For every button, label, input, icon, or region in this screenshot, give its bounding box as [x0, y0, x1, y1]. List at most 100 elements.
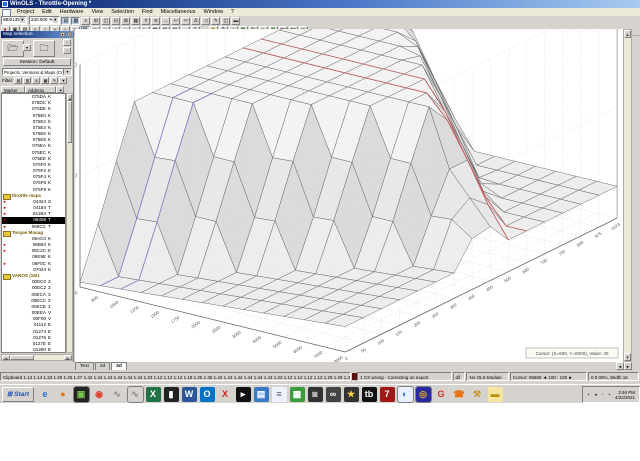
map-mode-button[interactable]: ▦: [131, 16, 141, 25]
tray-icon-1[interactable]: ▪: [585, 392, 592, 398]
audio-swoosh2-icon[interactable]: ∿: [126, 386, 144, 403]
menu-item-find[interactable]: Find: [138, 8, 157, 16]
movie-icon[interactable]: ★: [343, 387, 359, 402]
chevron-down-icon[interactable]: ▾: [52, 17, 58, 23]
value-format-combo[interactable]: 8Bit/135▾: [1, 16, 27, 25]
import-project-button[interactable]: 🗀: [33, 40, 55, 57]
sort-icon[interactable]: ▲: [56, 86, 64, 93]
panel-option2-button[interactable]: ▫: [63, 47, 71, 54]
menu-item-edit[interactable]: Edit: [38, 8, 55, 16]
folder-icon[interactable]: ▤: [253, 387, 269, 402]
excel-icon[interactable]: X: [145, 387, 161, 402]
map-list-vscrollbar[interactable]: ▲: [66, 93, 73, 353]
triangle-button[interactable]: ◁: [201, 16, 211, 25]
internet-explorer-icon[interactable]: e: [38, 387, 53, 402]
map-row[interactable]: 01280 E: [2, 347, 65, 352]
tray-icon-2[interactable]: ◂: [592, 392, 599, 398]
filter-button-5[interactable]: ✎: [50, 77, 59, 84]
menu-item-project[interactable]: Project: [13, 8, 38, 16]
flag-button[interactable]: ▬: [231, 16, 241, 25]
split-window-button[interactable]: ◫: [221, 16, 231, 25]
tab-scroll-left-icon[interactable]: ◄: [616, 362, 624, 370]
tab-text[interactable]: Text: [75, 362, 94, 370]
tab-3d[interactable]: 3d: [111, 362, 127, 370]
panel-title-bar[interactable]: Map selection ▾ ✕: [1, 31, 73, 38]
open-project-button[interactable]: 🗁: [2, 40, 24, 57]
scroll-right-icon[interactable]: ►: [64, 355, 72, 361]
throttle-map-3d-surface[interactable]: 7014060080010001250150017502000250030004…: [69, 0, 623, 364]
scroll-up-icon[interactable]: ▴: [624, 30, 631, 38]
scroll-left-icon[interactable]: ◄: [2, 355, 10, 361]
outlook-icon[interactable]: O: [199, 387, 215, 402]
graphics-icon[interactable]: ▦: [289, 387, 305, 402]
chevron-down-icon[interactable]: ▾: [19, 17, 25, 23]
zoom-level-combo[interactable]: 230.000 %▾: [28, 16, 60, 25]
chevron-down-icon[interactable]: ▾: [63, 69, 71, 75]
seven-zip-icon[interactable]: 7: [379, 387, 395, 402]
g-circle-icon[interactable]: G: [434, 387, 449, 402]
tray-icon-4[interactable]: ▪: [606, 392, 613, 398]
filter-button-4[interactable]: ▦: [41, 77, 50, 84]
view-3d-button[interactable]: ▩: [71, 16, 81, 25]
filter-button-2[interactable]: ▥: [23, 77, 32, 84]
chrome-icon[interactable]: ◉: [92, 387, 107, 402]
phone-icon[interactable]: ☎: [452, 387, 467, 402]
chart-vscrollbar[interactable]: ▴ ▾: [623, 29, 632, 362]
scroll-up-icon[interactable]: ▲: [67, 94, 72, 101]
menu-item-selection[interactable]: Selection: [107, 8, 138, 16]
camera-icon[interactable]: ◙: [307, 387, 323, 402]
undo-button[interactable]: ↩: [171, 16, 181, 25]
cmd-icon[interactable]: ▸: [235, 387, 251, 402]
scroll-thumb[interactable]: [10, 355, 34, 360]
scroll-down-icon[interactable]: ▾: [624, 353, 631, 361]
session-button[interactable]: Session: Default: [3, 58, 71, 66]
cut-button[interactable]: ✂: [181, 16, 191, 25]
text-view-button[interactable]: ≡: [81, 16, 91, 25]
hash-large-button[interactable]: ≋: [151, 16, 161, 25]
media-orange-icon[interactable]: ●: [56, 387, 71, 402]
start-button[interactable]: ⊞ Start: [2, 387, 34, 402]
column-marker[interactable]: Marker: [1, 86, 25, 93]
pin-icon[interactable]: ▾: [60, 32, 65, 37]
hash-small-button[interactable]: #: [141, 16, 151, 25]
filter-button-1[interactable]: ▤: [14, 77, 23, 84]
red-x-icon[interactable]: X: [218, 387, 233, 402]
title-bar[interactable]: WinOLS - Throttle-Opening *: [0, 0, 640, 8]
menu-item-?[interactable]: ?: [227, 8, 238, 16]
scroll-thumb[interactable]: [67, 101, 72, 143]
col-mode-button[interactable]: ◫: [101, 16, 111, 25]
grid-mode-button[interactable]: ⊞: [91, 16, 101, 25]
notepad-icon[interactable]: ≡: [271, 387, 287, 402]
wrench-icon[interactable]: ⚒: [470, 387, 485, 402]
row-mode-button[interactable]: ⊟: [111, 16, 121, 25]
audio-swoosh-icon[interactable]: ∿: [110, 387, 125, 402]
tb-icon[interactable]: tb: [361, 387, 377, 402]
edit-pen-button[interactable]: ✎: [211, 16, 221, 25]
browser-blue-icon[interactable]: ◐: [396, 386, 414, 403]
menu-item-miscellaneous[interactable]: Miscellaneous: [157, 8, 200, 16]
filter-button-6[interactable]: ▼: [59, 77, 68, 84]
filter-button-3[interactable]: A: [32, 77, 41, 84]
menu-item-hardware[interactable]: Hardware: [56, 8, 88, 16]
tab-2d[interactable]: 2d: [94, 362, 111, 370]
panel-option1-button[interactable]: ▫: [63, 39, 71, 46]
image-viewer-icon[interactable]: ▣: [72, 386, 90, 403]
word-icon[interactable]: W: [181, 387, 197, 402]
tray-icon-3[interactable]: ▫: [599, 392, 606, 398]
book-icon[interactable]: ▮: [163, 387, 179, 402]
width-button[interactable]: ↔: [161, 16, 171, 25]
menu-item-view[interactable]: View: [87, 8, 107, 16]
close-icon[interactable]: ✕: [67, 32, 72, 37]
menu-item-window[interactable]: Window: [199, 8, 227, 16]
delta-button[interactable]: Δ: [191, 16, 201, 25]
column-address[interactable]: Address: [25, 86, 56, 93]
tray-clock[interactable]: 3:46 PM 4/22/2021: [613, 390, 637, 400]
binoculars-icon[interactable]: ∞: [325, 387, 341, 402]
tab-scroll-right-icon[interactable]: ►: [624, 362, 632, 370]
sticky-note-icon[interactable]: ▬: [487, 387, 503, 402]
chrome-box-icon[interactable]: ◎: [414, 386, 432, 403]
surface-plot-area[interactable]: 7014060080010001250150017502000250030004…: [69, 0, 623, 364]
block-mode-button[interactable]: ⊠: [121, 16, 131, 25]
open-dropdown-button[interactable]: ▾: [23, 44, 31, 51]
view-2d-button[interactable]: ▤: [61, 16, 71, 25]
